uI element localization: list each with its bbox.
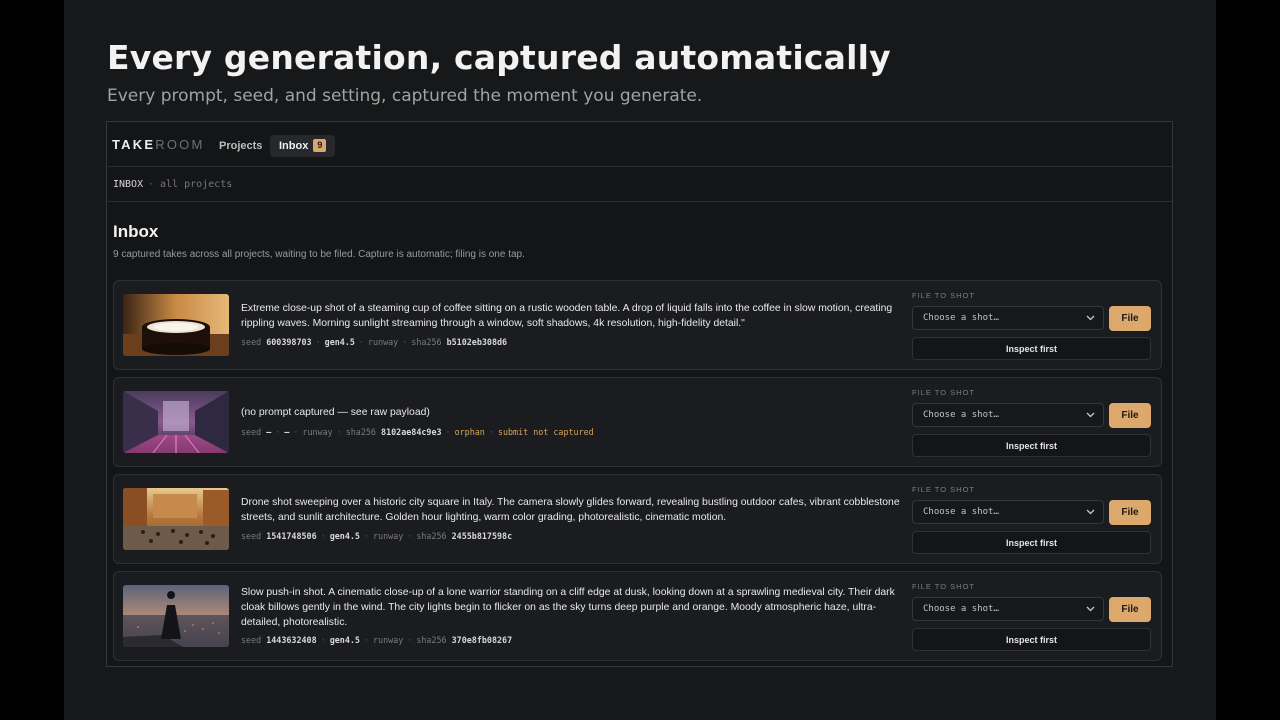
presentation-slide: Every generation, captured automatically… (64, 0, 1216, 720)
orphan-flag: orphan (454, 427, 485, 437)
file-button[interactable]: File (1109, 306, 1151, 331)
take-row: Slow push-in shot. A cinematic close-up … (113, 571, 1162, 661)
take-prompt: Slow push-in shot. A cinematic close-up … (241, 587, 895, 628)
shot-select[interactable]: Choose a shot… (912, 403, 1104, 427)
take-prompt: (no prompt captured — see raw payload) (241, 407, 430, 418)
shot-select-placeholder: Choose a shot… (923, 604, 999, 614)
file-button[interactable]: File (1109, 500, 1151, 525)
take-model: gen4.5 (324, 337, 355, 347)
takeroom-logo[interactable]: TAKEROOM (112, 137, 204, 152)
inspect-first-button[interactable]: Inspect first (912, 337, 1151, 360)
take-provider: runway (373, 531, 404, 541)
warrior-thumbnail[interactable] (123, 585, 229, 647)
take-seed: 600398703 (266, 337, 312, 347)
file-button[interactable]: File (1109, 403, 1151, 428)
take-seed: 1443632408 (266, 635, 317, 645)
take-prompt: Extreme close-up shot of a steaming cup … (241, 303, 893, 329)
take-hash: 370e8fb08267 (451, 635, 513, 645)
city-square-thumbnail[interactable] (123, 488, 229, 550)
file-to-shot-label: FILE TO SHOT (912, 388, 975, 397)
breadcrumb-scope: all projects (160, 179, 233, 190)
inspect-first-button[interactable]: Inspect first (912, 628, 1151, 651)
take-model: gen4.5 (329, 531, 360, 541)
page-description: 9 captured takes across all projects, wa… (113, 249, 525, 260)
chevron-down-icon (1086, 606, 1095, 612)
breadcrumb-separator: · (148, 179, 155, 190)
take-row: Drone shot sweeping over a historic city… (113, 474, 1162, 564)
page-title: Inbox (113, 222, 159, 241)
take-provider: runway (302, 427, 333, 437)
breadcrumb-inbox[interactable]: INBOX (113, 179, 143, 190)
hero-title: Every generation, captured automatically (107, 38, 891, 77)
take-provider: runway (373, 635, 404, 645)
chevron-down-icon (1086, 412, 1095, 418)
coffee-thumbnail[interactable] (123, 294, 229, 356)
shot-select[interactable]: Choose a shot… (912, 597, 1104, 621)
take-meta: seed 1443632408 · gen4.5 · runway · sha256 370… (241, 635, 513, 645)
take-hash: 2455b817598c (451, 531, 513, 541)
inspect-first-button[interactable]: Inspect first (912, 434, 1151, 457)
chevron-down-icon (1086, 509, 1095, 515)
take-model: gen4.5 (329, 635, 360, 645)
app-window: TAKEROOM Projects Inbox 9 INBOX · all pro… (106, 121, 1173, 667)
submit-flag: submit not captured (497, 427, 594, 437)
take-model: — (284, 427, 290, 437)
chevron-down-icon (1086, 315, 1095, 321)
take-hash: 8102ae84c9e3 (381, 427, 442, 437)
hero-subtitle: Every prompt, seed, and setting, capture… (107, 86, 703, 106)
inbox-count-badge: 9 (313, 139, 327, 152)
inspect-first-button[interactable]: Inspect first (912, 531, 1151, 554)
neon-street-thumbnail[interactable] (123, 391, 229, 453)
shot-select-placeholder: Choose a shot… (923, 313, 999, 323)
take-seed: — (266, 427, 272, 437)
file-to-shot-label: FILE TO SHOT (912, 582, 975, 591)
take-meta: seed 600398703 · gen4.5 · runway · sha256 b510… (241, 337, 508, 347)
nav-inbox-label: Inbox (279, 140, 309, 152)
file-to-shot-label: FILE TO SHOT (912, 291, 975, 300)
file-button[interactable]: File (1109, 597, 1151, 622)
shot-select[interactable]: Choose a shot… (912, 500, 1104, 524)
logo-light: ROOM (155, 137, 205, 152)
take-meta: seed 1541748506 · gen4.5 · runway · sha256 245… (241, 531, 513, 541)
shot-select-placeholder: Choose a shot… (923, 410, 999, 420)
shot-select-placeholder: Choose a shot… (923, 507, 999, 517)
logo-bold: TAKE (112, 137, 156, 152)
take-row: Extreme close-up shot of a steaming cup … (113, 280, 1162, 370)
top-bar: TAKEROOM Projects Inbox 9 (107, 122, 1172, 167)
nav-inbox[interactable]: Inbox 9 (270, 135, 336, 157)
take-provider: runway (367, 337, 399, 347)
take-meta: seed — · — · runway · sha256 8102ae84c9e3 · orph… (241, 427, 594, 437)
take-seed: 1541748506 (266, 531, 317, 541)
nav-projects[interactable]: Projects (213, 136, 268, 156)
take-prompt: Drone shot sweeping over a historic city… (241, 497, 900, 523)
take-hash: b5102eb308d6 (446, 337, 508, 347)
file-to-shot-label: FILE TO SHOT (912, 485, 975, 494)
shot-select[interactable]: Choose a shot… (912, 306, 1104, 330)
breadcrumb: INBOX · all projects (107, 167, 1172, 202)
take-row: (no prompt captured — see raw payload) s… (113, 377, 1162, 467)
